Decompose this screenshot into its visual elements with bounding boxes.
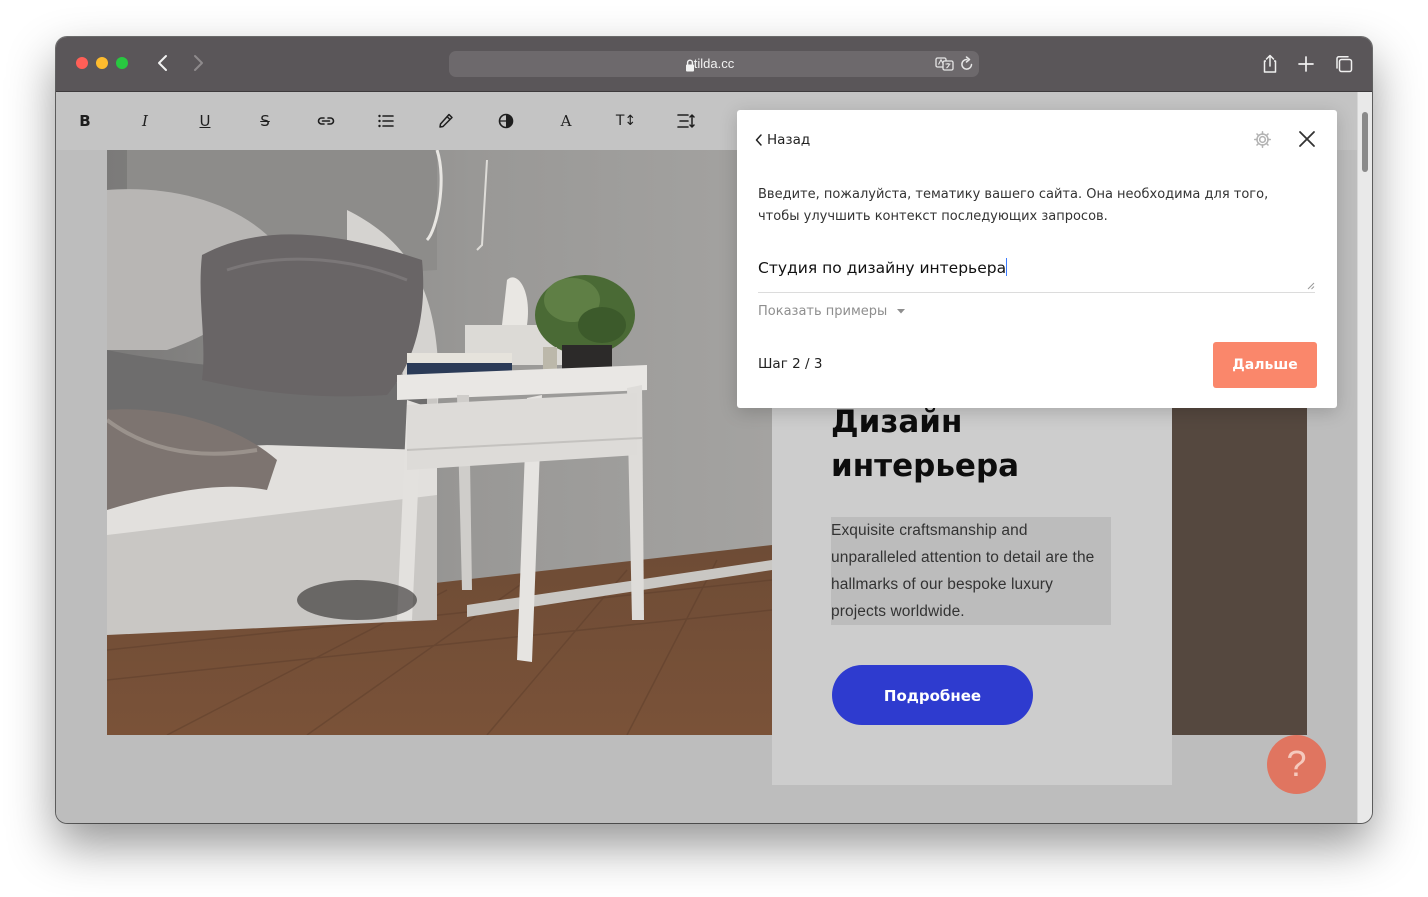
url-text: tilda.cc (693, 56, 735, 71)
line-height-icon[interactable] (673, 109, 699, 133)
address-bar[interactable]: tilda.cc (449, 51, 979, 77)
card-description[interactable]: Exquisite craftsmanship and unparalleled… (831, 517, 1111, 625)
browser-titlebar: tilda.cc (56, 37, 1372, 92)
resize-handle-icon[interactable] (1306, 281, 1315, 290)
scrollbar-thumb[interactable] (1362, 112, 1368, 172)
show-examples-label: Показать примеры (758, 304, 888, 319)
next-button[interactable]: Дальше (1213, 342, 1317, 388)
font-size-button[interactable]: T↕ (613, 109, 639, 133)
minimize-window-button[interactable] (96, 57, 108, 69)
bedroom-photo (107, 150, 772, 735)
forward-nav-icon[interactable] (187, 52, 209, 74)
maximize-window-button[interactable] (116, 57, 128, 69)
share-icon[interactable] (1259, 53, 1281, 75)
gear-icon[interactable] (1253, 130, 1272, 153)
dark-side-panel (1172, 408, 1307, 735)
strikethrough-button[interactable]: S (252, 109, 278, 133)
new-tab-icon[interactable] (1295, 53, 1317, 75)
bold-button[interactable]: B (72, 109, 98, 133)
contrast-icon[interactable] (493, 109, 519, 133)
page-scrollbar[interactable] (1357, 92, 1372, 823)
help-button[interactable]: ? (1267, 735, 1326, 794)
link-icon[interactable] (313, 109, 339, 133)
page-content: B I U S A T↕ Дизайн интерьера Exquisite … (56, 92, 1358, 823)
close-icon[interactable] (1297, 129, 1317, 153)
site-topic-input[interactable]: Студия по дизайну интерьера (758, 256, 1315, 293)
back-label: Назад (767, 132, 811, 148)
ai-assistant-dialog: Назад Введите, пожалуйста, тематику ваше… (737, 110, 1337, 408)
details-button[interactable]: Подробнее (832, 665, 1033, 725)
tabs-overview-icon[interactable] (1333, 53, 1355, 75)
chevron-left-icon (755, 134, 762, 146)
site-topic-value: Студия по дизайну интерьера (758, 259, 1007, 277)
back-nav-icon[interactable] (152, 52, 174, 74)
reload-icon[interactable] (960, 56, 974, 76)
underline-button[interactable]: U (192, 109, 218, 133)
card-title[interactable]: Дизайн интерьера (831, 400, 1151, 488)
font-button[interactable]: A (553, 109, 579, 133)
step-indicator: Шаг 2 / 3 (758, 356, 823, 372)
close-window-button[interactable] (76, 57, 88, 69)
browser-window: tilda.cc B I U S A T↕ Дизайн интерьера E… (56, 37, 1372, 823)
list-icon[interactable] (373, 109, 399, 133)
dialog-description: Введите, пожалуйста, тематику вашего сай… (758, 187, 1269, 224)
translate-icon[interactable] (935, 56, 955, 76)
color-picker-icon[interactable] (433, 109, 459, 133)
show-examples-toggle[interactable]: Показать примеры (758, 304, 906, 319)
italic-button[interactable]: I (132, 109, 158, 133)
text-caret (1006, 258, 1008, 276)
caret-down-icon (897, 309, 906, 314)
